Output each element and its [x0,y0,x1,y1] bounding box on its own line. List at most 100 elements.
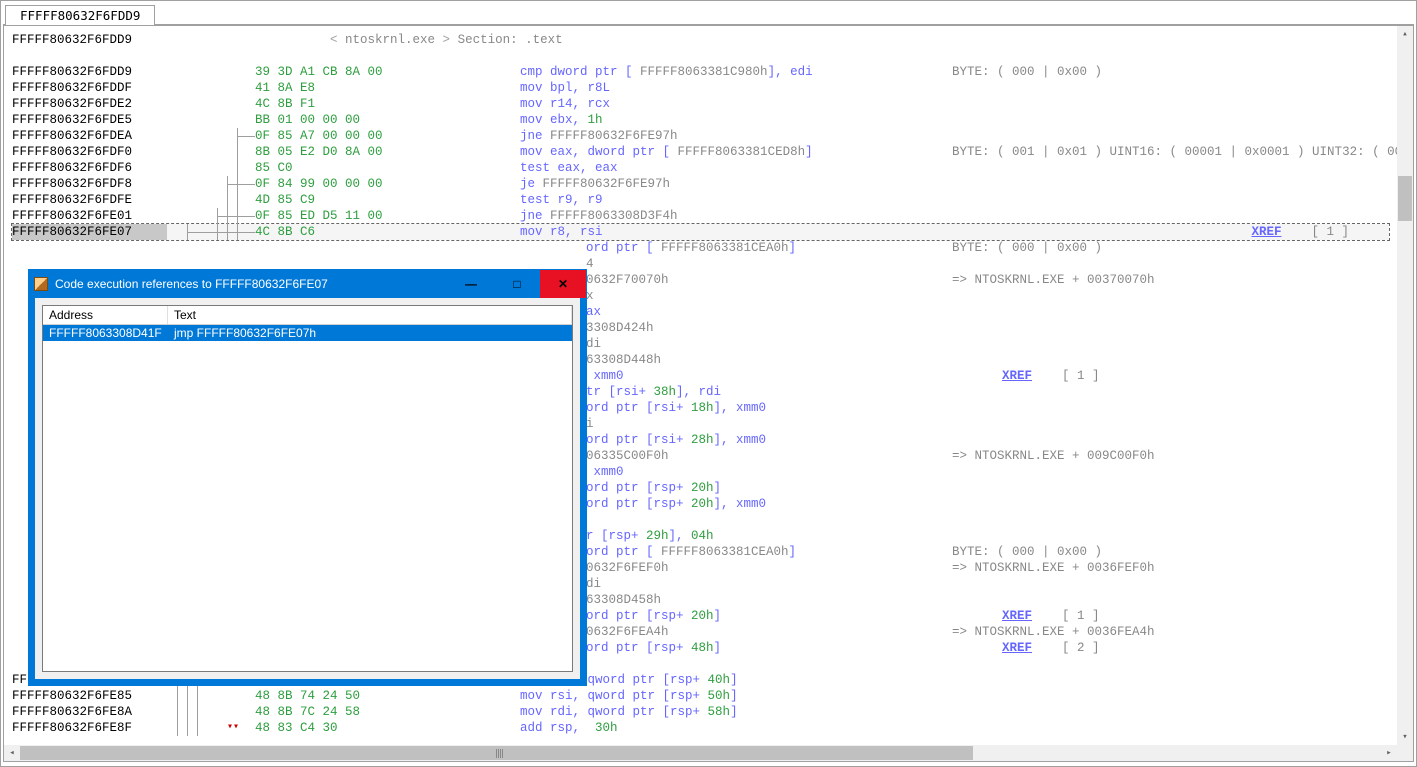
addr: FFFFF80632F6FDF8 [12,176,167,192]
addr: FFFFF80632F6FE8F [12,720,167,736]
disasm-line-partial[interactable]: ord ptr [ FFFFF8063381CEA0h]BYTE: ( 000 … [12,240,1389,256]
jump-gutter [167,112,255,128]
disasm-line[interactable]: FFFFF80632F6FE010F 85 ED D5 11 00jne FFF… [12,208,1389,224]
disasm-line[interactable]: FFFFF80632F6FDDF 41 8A E8mov bpl, r8L [12,80,1389,96]
jump-gutter [167,224,255,240]
col-text[interactable]: Text [168,306,572,324]
jump-gutter [167,688,255,704]
jump-gutter [167,64,255,80]
scroll-right-arrow-icon[interactable]: ▸ [1381,745,1397,761]
xref-link[interactable]: XREF [ 1 ] [1002,368,1100,384]
comment: => NTOSKRNL.EXE + 00370070h [952,272,1155,288]
jump-gutter [167,80,255,96]
jump-gutter [167,208,255,224]
disasm-line[interactable]: FFFFF80632F6FDF0 8B 05 E2 D0 8A 00mov eax… [12,144,1389,160]
xref-link[interactable]: XREF [ 1 ] [1002,608,1100,624]
xref-link[interactable]: XREF [ 1 ] [1251,224,1389,240]
hex-bytes: 85 C0 [255,160,520,176]
addr: FFFFF80632F6FE07 [12,224,167,240]
comment: => NTOSKRNL.EXE + 009C00F0h [952,448,1155,464]
instruction: mov bpl, r8L [520,80,1020,96]
disasm-line[interactable]: FFFFF80632F6FDF80F 84 99 00 00 00je FFFF… [12,176,1389,192]
instruction: mov rbx, qword ptr [rsp+ 40h] [520,672,1020,688]
list-header: Address Text [43,306,572,325]
scroll-up-arrow-icon[interactable]: ▴ [1397,26,1413,42]
xref-text: jmp FFFFF80632F6FE07h [168,325,572,341]
instruction: mov rdi, qword ptr [rsp+ 58h] [520,704,1020,720]
disasm-line[interactable]: FFFFF80632F6FE8A48 8B 7C 24 58mov rdi, q… [12,704,1389,720]
hex-bytes: 0F 85 ED D5 11 00 [255,208,520,224]
instruction: cmp dword ptr [ FFFFF8063381C980h], edi [520,64,1020,80]
hex-bytes: 0F 85 A7 00 00 00 [255,128,520,144]
addr: FFFFF80632F6FDE5 [12,112,167,128]
scroll-down-arrow-icon[interactable]: ▾ [1397,729,1413,745]
dialog-titlebar[interactable]: Code execution references to FFFFF80632F… [29,270,586,298]
jump-gutter: ▾▾ [167,720,255,736]
addr: FFFFF80632F6FDFE [12,192,167,208]
instruction: test eax, eax [520,160,1020,176]
instruction: mov rsi, qword ptr [rsp+ 50h] [520,688,1020,704]
hex-bytes: 48 8B 7C 24 58 [255,704,520,720]
section-path: < ntoskrnl.exe > Section: .text [255,26,563,64]
comment: BYTE: ( 000 | 0x00 ) [952,544,1102,560]
jump-gutter [167,160,255,176]
scroll-corner [1397,745,1413,761]
disasm-line[interactable]: FFFFF80632F6FDEA0F 85 A7 00 00 00jne FFF… [12,128,1389,144]
xref-addr: FFFFF8063308D41F [43,325,168,341]
hex-bytes: 48 83 C4 30 [255,720,520,736]
hex-bytes: 0F 84 99 00 00 00 [255,176,520,192]
hex-bytes: 39 3D A1 CB 8A 00 [255,64,520,80]
tab-disasm[interactable]: FFFFF80632F6FDD9 [5,5,155,25]
xref-link[interactable]: XREF [ 2 ] [1002,640,1100,656]
jump-gutter [167,128,255,144]
dialog-title: Code execution references to FFFFF80632F… [53,277,448,291]
addr: FFFFF80632F6FDF0 [12,144,167,160]
dialog-client: Address Text FFFFF8063308D41F jmp FFFFF8… [35,298,580,679]
disasm-line[interactable]: FFFFF80632F6FDF685 C0test eax, eax [12,160,1389,176]
disasm-line[interactable]: FFFFF80632F6FDD939 3D A1 CB 8A 00cmp dwo… [12,64,1389,80]
hex-bytes: 4D 85 C9 [255,192,520,208]
branch-marker-icon: ▾▾ [227,720,239,736]
instruction: mov r8, rsi [520,224,1020,240]
comment: => NTOSKRNL.EXE + 0036FEF0h [952,560,1155,576]
horizontal-scrollbar[interactable]: ◂ ▸ [4,745,1397,761]
disasm-line[interactable]: FFFFF80632F6FE8548 8B 74 24 50mov rsi, q… [12,688,1389,704]
close-button[interactable]: ✕ [540,270,586,298]
hex-bytes: 4C 8B F1 [255,96,520,112]
tab-bar: FFFFF80632F6FDD9 [3,3,1414,25]
addr: FFFFF80632F6FDE2 [12,96,167,112]
col-address[interactable]: Address [43,306,168,324]
hex-bytes: BB 01 00 00 00 [255,112,520,128]
disasm-line[interactable]: FFFFF80632F6FDFE4D 85 C9test r9, r9 [12,192,1389,208]
vertical-scrollbar[interactable]: ▴ ▾ [1397,26,1413,745]
scroll-left-arrow-icon[interactable]: ◂ [4,745,20,761]
instruction: mov eax, dword ptr [ FFFFF8063381CED8h] [520,144,1020,160]
xref-list[interactable]: Address Text FFFFF8063308D41F jmp FFFFF8… [42,305,573,672]
app-icon [29,277,53,291]
hex-bytes: 48 8B 74 24 50 [255,688,520,704]
disasm-line[interactable]: FFFFF80632F6FE07 4C 8B C6mov r8, rsi XREF … [12,224,1389,240]
scroll-thumb-h[interactable] [20,746,973,760]
minimize-button[interactable]: — [448,270,494,298]
list-item[interactable]: FFFFF8063308D41F jmp FFFFF80632F6FE07h [43,325,572,341]
xref-dialog[interactable]: Code execution references to FFFFF80632F… [29,270,586,685]
comment: => NTOSKRNL.EXE + 0036FEA4h [952,624,1155,640]
maximize-button[interactable]: □ [494,270,540,298]
jump-gutter [167,176,255,192]
hex-bytes: 41 8A E8 [255,80,520,96]
scroll-thumb-v[interactable] [1398,176,1412,221]
jump-gutter [167,704,255,720]
hex-bytes: 8B 05 E2 D0 8A 00 [255,144,520,160]
disasm-line[interactable]: FFFFF80632F6FDE5 BB 01 00 00 00mov ebx, 1… [12,112,1389,128]
instruction: mov r14, rcx [520,96,1020,112]
disasm-line[interactable]: FFFFF80632F6FDE2 4C 8B F1mov r14, rcx [12,96,1389,112]
content-wrap: FFFFF80632F6FDD9 < ntoskrnl.exe > Sectio… [3,25,1414,762]
addr: FFFFF80632F6FDDF [12,80,167,96]
jump-gutter [167,96,255,112]
addr: FFFFF80632F6FE01 [12,208,167,224]
hex-bytes: 4C 8B C6 [255,224,520,240]
instruction: mov ebx, 1h [520,112,1020,128]
disasm-line[interactable]: FFFFF80632F6FE8F▾▾48 83 C4 30add rsp, 30… [12,720,1389,736]
comment: BYTE: ( 001 | 0x01 ) UINT16: ( 00001 | 0… [952,144,1397,160]
instruction: x [520,656,1020,672]
